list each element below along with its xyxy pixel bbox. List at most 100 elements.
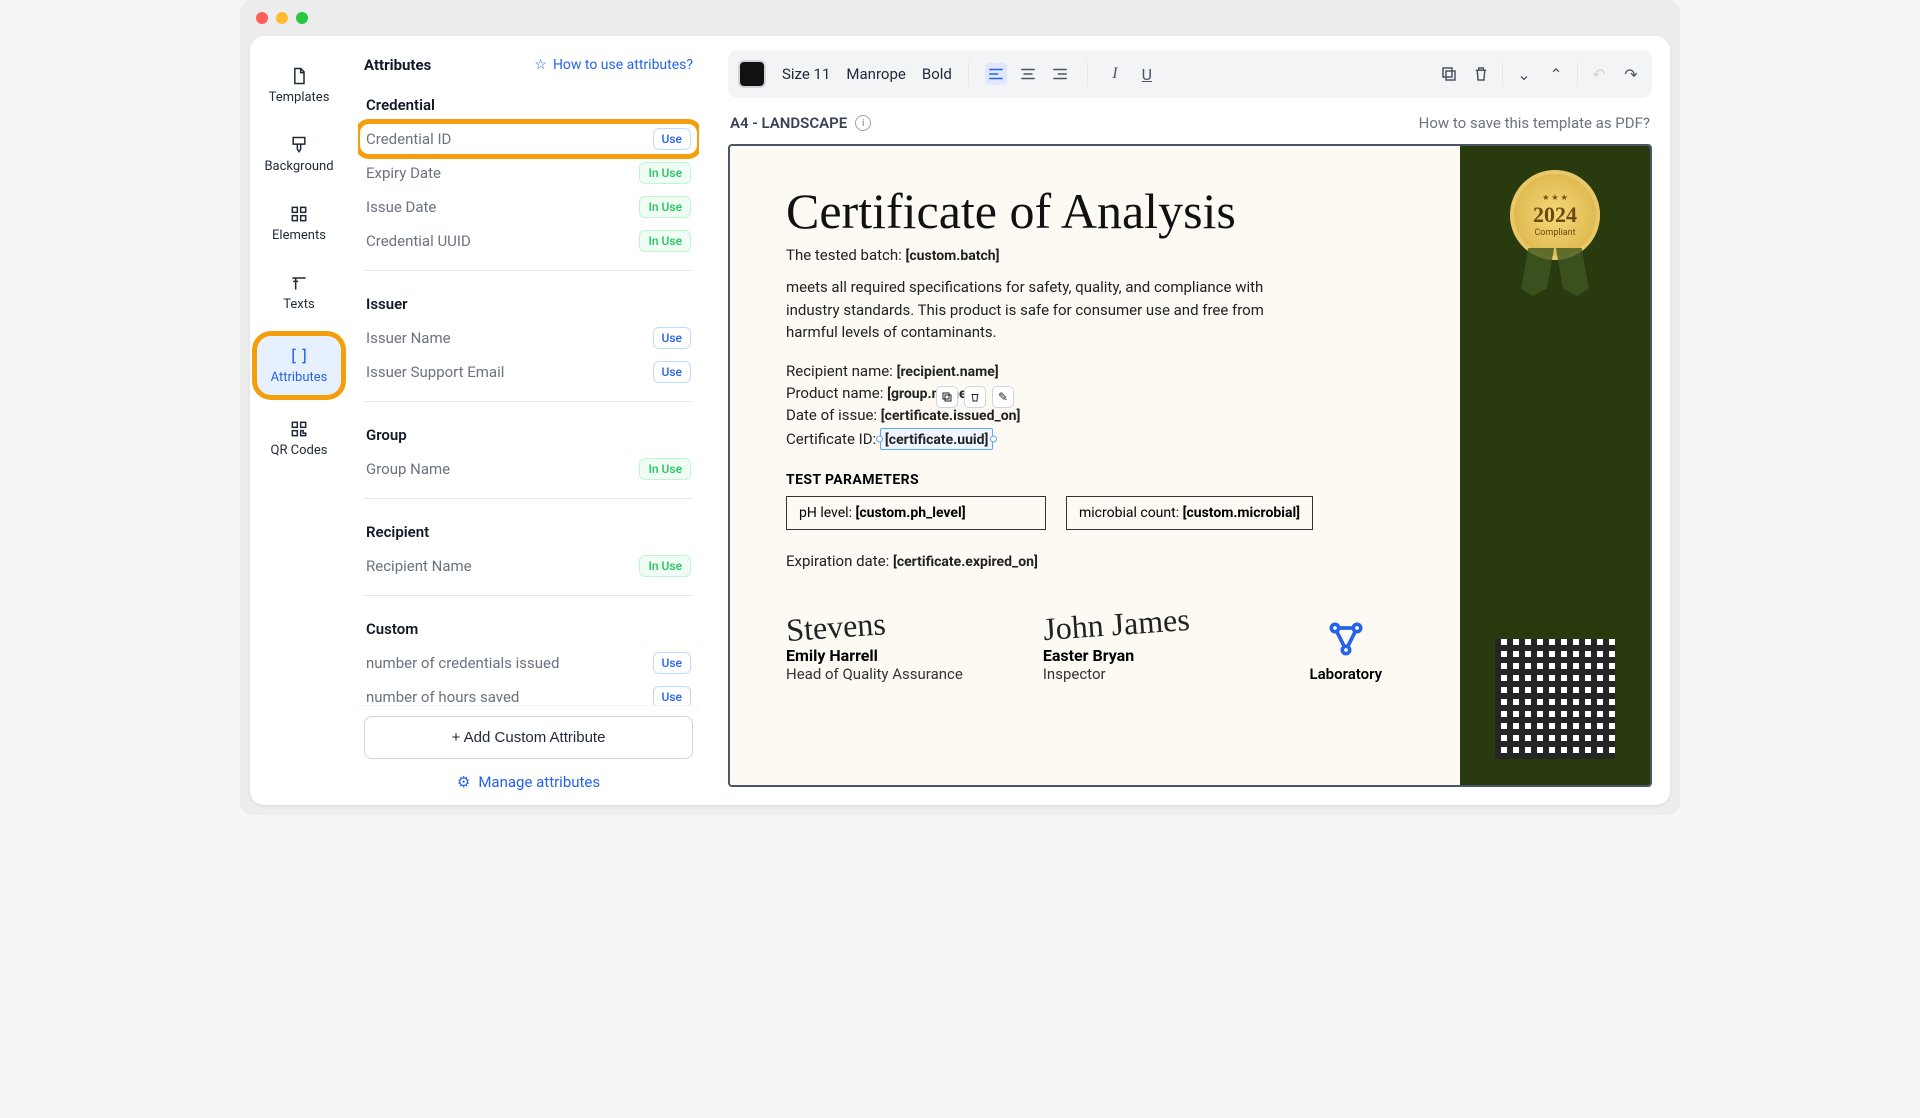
color-swatch[interactable] [738, 60, 766, 88]
attr-issue-date[interactable]: Issue Date In Use [360, 190, 697, 224]
font-family-select[interactable]: Manrope [846, 65, 905, 83]
signature-role: Inspector [1043, 665, 1190, 683]
attr-name: Issuer Name [366, 329, 451, 347]
help-link[interactable]: ☆ How to use attributes? [534, 57, 693, 73]
duplicate-icon[interactable] [936, 386, 958, 408]
attr-custom-hours-saved[interactable]: number of hours saved Use [360, 680, 697, 705]
selected-token-box[interactable]: [certificate.uuid] [880, 428, 993, 450]
expiration-token[interactable]: [certificate.expired_on] [893, 554, 1038, 570]
attr-issuer-email[interactable]: Issuer Support Email Use [360, 355, 697, 389]
save-pdf-help-link[interactable]: How to save this template as PDF? [1419, 114, 1650, 132]
maximize-window-button[interactable] [296, 12, 308, 24]
delete-icon[interactable] [964, 386, 986, 408]
laboratory-logo[interactable]: Laboratory [1310, 617, 1383, 683]
undo-icon[interactable]: ↶ [1588, 63, 1610, 85]
use-button[interactable]: Use [653, 361, 691, 383]
divider [364, 401, 693, 402]
certificate-title[interactable]: Certificate of Analysis [786, 182, 1404, 240]
attributes-scroll[interactable]: Credential Credential ID Use Expiry Date… [358, 84, 699, 705]
separator [968, 62, 969, 86]
manage-attributes-link[interactable]: ⚙ Manage attributes [364, 773, 693, 791]
use-button[interactable]: Use [653, 686, 691, 705]
italic-icon[interactable]: I [1104, 63, 1126, 85]
star-icon: ☆ [534, 57, 547, 73]
id-token[interactable]: [certificate.uuid] [885, 432, 988, 448]
align-center-icon[interactable] [1017, 63, 1039, 85]
attr-recipient-name[interactable]: Recipient Name In Use [360, 549, 697, 583]
font-weight-select[interactable]: Bold [922, 65, 952, 83]
compliance-medal[interactable]: ★ ★ ★ 2024 Compliant [1510, 170, 1600, 260]
nav-attributes[interactable]: Attributes [257, 336, 342, 395]
microbial-box[interactable]: microbial count: [custom.microbial] [1066, 496, 1313, 530]
recipient-label: Recipient name: [786, 362, 893, 380]
issue-label: Date of issue: [786, 406, 877, 424]
qr-code[interactable] [1495, 639, 1615, 759]
recipient-token[interactable]: [recipient.name] [897, 364, 999, 380]
flask-icon [1324, 617, 1368, 661]
use-button[interactable]: Use [653, 128, 691, 150]
nav-templates-label: Templates [269, 90, 330, 105]
font-size-select[interactable]: Size 11 [782, 65, 830, 83]
use-button[interactable]: Use [653, 652, 691, 674]
nav-texts[interactable]: Texts [279, 267, 318, 318]
align-right-icon[interactable] [1049, 63, 1071, 85]
element-float-toolbar: ✎ [936, 386, 1014, 408]
signature-script: John James [1042, 602, 1191, 644]
nav-templates[interactable]: Templates [265, 60, 334, 111]
attr-credential-id[interactable]: Credential ID Use [360, 122, 697, 156]
qrcode-icon [289, 419, 309, 439]
signature-block-1[interactable]: Stevens Emily Harrell Head of Quality As… [786, 608, 963, 683]
ph-level-box[interactable]: pH level: [custom.ph_level] [786, 496, 1046, 530]
add-custom-attribute-button[interactable]: + Add Custom Attribute [364, 716, 693, 759]
inuse-badge: In Use [639, 458, 691, 480]
microbial-label: microbial count: [1079, 505, 1179, 521]
chevron-down-icon[interactable]: ⌄ [1513, 63, 1535, 85]
nav-attributes-label: Attributes [271, 370, 328, 385]
paintbrush-icon [289, 135, 309, 155]
align-left-icon[interactable] [985, 63, 1007, 85]
medal-subtitle: Compliant [1534, 228, 1575, 238]
section-recipient-title: Recipient [360, 511, 697, 549]
info-icon[interactable]: i [855, 115, 871, 131]
attr-name: Credential UUID [366, 232, 471, 250]
text-toolbar: Size 11 Manrope Bold I U [728, 50, 1652, 98]
certificate-body[interactable]: meets all required specifications for sa… [786, 276, 1306, 344]
nav-elements-label: Elements [272, 228, 326, 243]
help-link-text: How to use attributes? [553, 57, 693, 73]
minimize-window-button[interactable] [276, 12, 288, 24]
ph-token[interactable]: [custom.ph_level] [855, 505, 965, 521]
attr-name: number of credentials issued [366, 654, 559, 672]
divider [364, 270, 693, 271]
redo-icon[interactable]: ↷ [1620, 63, 1642, 85]
copy-icon[interactable] [1438, 63, 1460, 85]
certificate-canvas[interactable]: Certificate of Analysis The tested batch… [728, 144, 1652, 787]
attr-credential-uuid[interactable]: Credential UUID In Use [360, 224, 697, 258]
batch-token[interactable]: [custom.batch] [906, 248, 1000, 264]
signature-role: Head of Quality Assurance [786, 665, 963, 683]
edit-icon[interactable]: ✎ [992, 386, 1014, 408]
attr-custom-credentials-issued[interactable]: number of credentials issued Use [360, 646, 697, 680]
medal-year: 2024 [1533, 202, 1577, 228]
attr-group-name[interactable]: Group Name In Use [360, 452, 697, 486]
signature-block-2[interactable]: John James Easter Bryan Inspector [1043, 608, 1190, 683]
underline-icon[interactable]: U [1136, 63, 1158, 85]
attr-name: number of hours saved [366, 688, 519, 705]
resize-handle-left[interactable] [876, 435, 883, 442]
microbial-token[interactable]: [custom.microbial] [1183, 505, 1300, 521]
section-group-title: Group [360, 414, 697, 452]
attr-issuer-name[interactable]: Issuer Name Use [360, 321, 697, 355]
close-window-button[interactable] [256, 12, 268, 24]
nav-qrcodes-label: QR Codes [271, 443, 328, 458]
trash-icon[interactable] [1470, 63, 1492, 85]
nav-elements[interactable]: Elements [268, 198, 330, 249]
resize-handle-right[interactable] [990, 435, 997, 442]
window-titlebar [240, 0, 1680, 36]
nav-background[interactable]: Background [260, 129, 337, 180]
attr-expiry-date[interactable]: Expiry Date In Use [360, 156, 697, 190]
test-params-header: TEST PARAMETERS [786, 472, 1404, 488]
use-button[interactable]: Use [653, 327, 691, 349]
attr-name: Expiry Date [366, 164, 441, 182]
issue-token[interactable]: [certificate.issued_on] [881, 408, 1021, 424]
nav-qrcodes[interactable]: QR Codes [267, 413, 332, 464]
chevron-up-icon[interactable]: ⌃ [1545, 63, 1567, 85]
